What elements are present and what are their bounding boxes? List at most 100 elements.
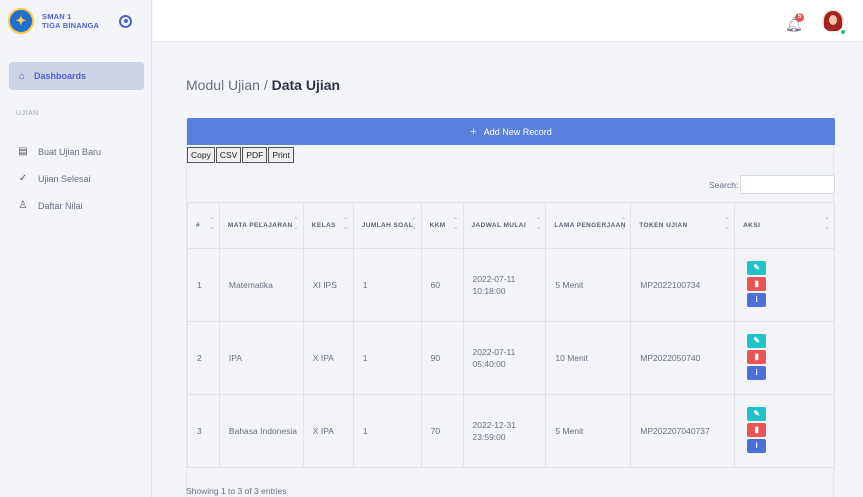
delete-button[interactable]: ▮	[747, 277, 767, 291]
brand[interactable]: ✦ SMAN 1 TIGA BINANGA	[0, 0, 151, 42]
table-row: 1 Matematika XI IPS 1 60 2022-07-11 10:18…	[187, 248, 835, 322]
cell-kelas: X IPA	[302, 321, 354, 395]
table-header-row: # ⌃ ⌄ MATA PELAJARAN ⌃ ⌄ KELAS ⌃ ⌄ JUMLAH SOAL…	[187, 202, 835, 249]
cell-mata-pelajaran: Bahasa Indonesia	[218, 394, 304, 468]
cell-kelas: X IPA	[302, 394, 354, 468]
cell-lama-pengerjaan: 5 Menit	[545, 248, 632, 322]
sidebar-item-ujian-selesai[interactable]: ✓ Ujian Selesai	[17, 173, 91, 184]
sidebar-item-dashboards[interactable]: ⌂ Dashboards	[9, 62, 144, 90]
notification-badge: 5	[795, 13, 804, 22]
sort-icon: ⌃ ⌄	[411, 218, 417, 231]
export-buttons: Copy CSV PDF Print	[187, 147, 295, 163]
column-header-lama-pengerjaan[interactable]: LAMA PENGERJAAN ⌃ ⌄	[545, 202, 632, 249]
pencil-icon: ✎	[753, 409, 761, 418]
pdf-button[interactable]: PDF	[242, 147, 268, 163]
column-header-aksi[interactable]: AKSI ⌃ ⌄	[734, 202, 835, 249]
delete-button[interactable]: ▮	[747, 350, 767, 364]
info-button[interactable]: i	[747, 293, 767, 307]
cell-lama-pengerjaan: 5 Menit	[545, 394, 632, 468]
info-icon: i	[755, 368, 758, 377]
user-icon: ♙	[18, 200, 28, 211]
top-bar	[153, 0, 863, 42]
column-header-jadwal-mulai[interactable]: JADWAL MULAI ⌃ ⌄	[462, 202, 547, 249]
cell-kkm: 60	[420, 248, 464, 322]
sidebar-item-label: Ujian Selesai	[38, 173, 91, 184]
cell-no: 3	[187, 394, 220, 468]
school-logo-icon: ✦	[8, 8, 34, 34]
column-header-mata-pelajaran[interactable]: MATA PELAJARAN ⌃ ⌄	[218, 202, 304, 249]
breadcrumb: Modul Ujian / Data Ujian	[186, 77, 340, 93]
cell-jumlah-soal: 1	[352, 394, 422, 468]
brand-name: SMAN 1 TIGA BINANGA	[42, 12, 100, 30]
cell-mata-pelajaran: Matematika	[218, 248, 304, 322]
sidebar-item-label: Buat Ujian Baru	[38, 146, 102, 157]
add-new-record-button[interactable]: + Add New Record	[187, 118, 835, 145]
trash-icon: ▮	[754, 279, 759, 288]
sort-icon: ⌃ ⌄	[343, 218, 349, 231]
copy-button[interactable]: Copy	[187, 147, 215, 163]
search-input[interactable]	[740, 175, 835, 194]
check-circle-icon: ✓	[18, 173, 28, 184]
cell-token-ujian: MP2022100734	[630, 248, 736, 322]
sidebar: ✦ SMAN 1 TIGA BINANGA ⌂ Dashboards UJIAN…	[0, 0, 152, 497]
sidebar-item-label: Dashboards	[34, 71, 87, 81]
print-button[interactable]: Print	[268, 147, 294, 163]
cell-kelas: XI IPS	[302, 248, 354, 322]
trash-icon: ▮	[754, 425, 759, 434]
delete-button[interactable]: ▮	[747, 423, 767, 437]
sidebar-item-daftar-nilai[interactable]: ♙ Daftar Nilai	[17, 200, 83, 211]
column-header-kelas[interactable]: KELAS ⌃ ⌄	[302, 202, 354, 249]
column-header-kkm[interactable]: KKM ⌃ ⌄	[420, 202, 464, 249]
sort-icon: ⌃ ⌄	[535, 218, 542, 231]
info-button[interactable]: i	[747, 439, 767, 453]
home-icon: ⌂	[19, 70, 26, 82]
cell-jadwal-mulai: 2022-12-31 23:59:00	[462, 394, 547, 468]
table-row: 3 Bahasa Indonesia X IPA 1 70 2022-12-31…	[187, 394, 835, 468]
column-header-token-ujian[interactable]: TOKEN UJIAN ⌃ ⌄	[630, 202, 736, 249]
cell-token-ujian: MP2022050740	[630, 321, 736, 395]
cell-token-ujian: MP202207040737	[630, 394, 736, 468]
cell-jadwal-mulai: 2022-07-11 10:18:00	[462, 248, 547, 322]
cell-kkm: 70	[420, 394, 464, 468]
breadcrumb-parent[interactable]: Modul Ujian /	[186, 77, 272, 93]
online-status-dot	[840, 29, 846, 35]
edit-button[interactable]: ✎	[747, 261, 767, 275]
cell-aksi: ✎ ▮ i	[734, 394, 835, 468]
cell-no: 1	[187, 248, 220, 322]
exam-table: # ⌃ ⌄ MATA PELAJARAN ⌃ ⌄ KELAS ⌃ ⌄ JUMLAH SOAL…	[187, 202, 835, 468]
cell-aksi: ✎ ▮ i	[734, 321, 835, 395]
csv-button[interactable]: CSV	[215, 147, 242, 163]
cell-mata-pelajaran: IPA	[218, 321, 304, 395]
pencil-icon: ✎	[753, 263, 761, 272]
cell-aksi: ✎ ▮ i	[734, 248, 835, 322]
table-info: Showing 1 to 3 of 3 entries	[186, 486, 287, 496]
sort-icon: ⌃ ⌄	[824, 218, 830, 231]
notepad-icon: ▤	[18, 146, 28, 157]
edit-button[interactable]: ✎	[747, 407, 767, 421]
column-header-jumlah-soal[interactable]: JUMLAH SOAL ⌃ ⌄	[352, 202, 422, 249]
cell-jumlah-soal: 1	[352, 248, 422, 322]
cell-lama-pengerjaan: 10 Menit	[545, 321, 632, 395]
page-title: Data Ujian	[271, 77, 341, 93]
cell-no: 2	[187, 321, 220, 395]
sidebar-section-label: UJIAN	[16, 110, 39, 117]
info-button[interactable]: i	[747, 366, 767, 380]
add-new-record-label: Add New Record	[483, 126, 552, 137]
data-ujian-card: + Add New Record Copy CSV PDF Print Sear…	[186, 118, 835, 497]
edit-button[interactable]: ✎	[747, 334, 767, 348]
cell-kkm: 90	[420, 321, 464, 395]
sidebar-toggle-icon[interactable]	[119, 14, 133, 28]
column-header-no[interactable]: # ⌃ ⌄	[187, 202, 220, 249]
sort-icon: ⌃ ⌄	[724, 218, 731, 231]
plus-icon: +	[470, 125, 477, 138]
pencil-icon: ✎	[753, 336, 761, 345]
sort-icon: ⌃ ⌄	[453, 218, 459, 231]
info-icon: i	[755, 295, 758, 304]
cell-jadwal-mulai: 2022-07-11 05:40:00	[462, 321, 547, 395]
table-row: 2 IPA X IPA 1 90 2022-07-11 05:40:00 10 M…	[187, 321, 835, 395]
trash-icon: ▮	[754, 352, 759, 361]
sidebar-item-label: Daftar Nilai	[38, 200, 83, 211]
sidebar-item-buat-ujian-baru[interactable]: ▤ Buat Ujian Baru	[17, 146, 101, 157]
info-icon: i	[755, 441, 758, 450]
search-label: Search:	[709, 180, 739, 190]
